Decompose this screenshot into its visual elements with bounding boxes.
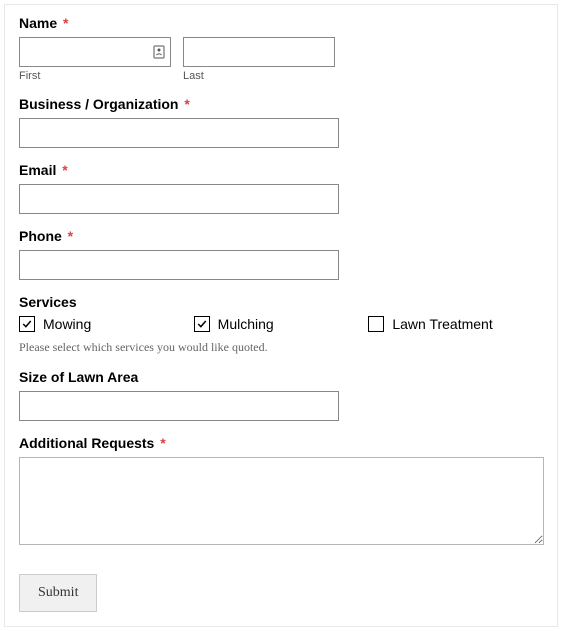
additional-textarea[interactable]	[19, 457, 544, 545]
first-name-col: First	[19, 37, 171, 82]
first-name-wrap	[19, 37, 171, 67]
lawn-size-input[interactable]	[19, 391, 339, 421]
business-label: Business / Organization *	[19, 96, 543, 112]
quote-form: Name * First Las	[4, 4, 558, 627]
mulching-checkbox[interactable]	[194, 316, 210, 332]
service-item-mulching: Mulching	[194, 316, 369, 332]
email-label-text: Email	[19, 162, 56, 178]
last-name-input[interactable]	[183, 37, 335, 67]
services-label: Services	[19, 294, 543, 310]
services-hint: Please select which services you would l…	[19, 340, 543, 355]
business-input[interactable]	[19, 118, 339, 148]
business-field-group: Business / Organization *	[19, 96, 543, 148]
phone-label-text: Phone	[19, 228, 62, 244]
mowing-label: Mowing	[43, 316, 91, 332]
additional-field-group: Additional Requests *	[19, 435, 543, 550]
business-label-text: Business / Organization	[19, 96, 178, 112]
required-marker: *	[62, 162, 67, 178]
services-row: Mowing Mulching Lawn Treatment	[19, 316, 543, 332]
name-field-group: Name * First Las	[19, 15, 543, 82]
phone-input[interactable]	[19, 250, 339, 280]
additional-label: Additional Requests *	[19, 435, 543, 451]
service-item-lawn-treatment: Lawn Treatment	[368, 316, 543, 332]
phone-field-group: Phone *	[19, 228, 543, 280]
required-marker: *	[184, 96, 189, 112]
submit-button[interactable]: Submit	[19, 574, 97, 612]
lawn-treatment-checkbox[interactable]	[368, 316, 384, 332]
service-item-mowing: Mowing	[19, 316, 194, 332]
phone-label: Phone *	[19, 228, 543, 244]
required-marker: *	[63, 15, 68, 31]
first-name-sublabel: First	[19, 70, 171, 82]
last-name-col: Last	[183, 37, 335, 82]
email-input[interactable]	[19, 184, 339, 214]
mowing-checkbox[interactable]	[19, 316, 35, 332]
email-label: Email *	[19, 162, 543, 178]
lawn-treatment-label: Lawn Treatment	[392, 316, 492, 332]
name-row: First Last	[19, 37, 543, 82]
lawn-size-field-group: Size of Lawn Area	[19, 369, 543, 421]
last-name-sublabel: Last	[183, 70, 335, 82]
first-name-input[interactable]	[19, 37, 171, 67]
name-label-text: Name	[19, 15, 57, 31]
services-field-group: Services Mowing Mulching Lawn Treatment	[19, 294, 543, 332]
additional-label-text: Additional Requests	[19, 435, 154, 451]
mulching-label: Mulching	[218, 316, 274, 332]
email-field-group: Email *	[19, 162, 543, 214]
name-label: Name *	[19, 15, 543, 31]
required-marker: *	[160, 435, 165, 451]
lawn-size-label: Size of Lawn Area	[19, 369, 543, 385]
required-marker: *	[68, 228, 73, 244]
